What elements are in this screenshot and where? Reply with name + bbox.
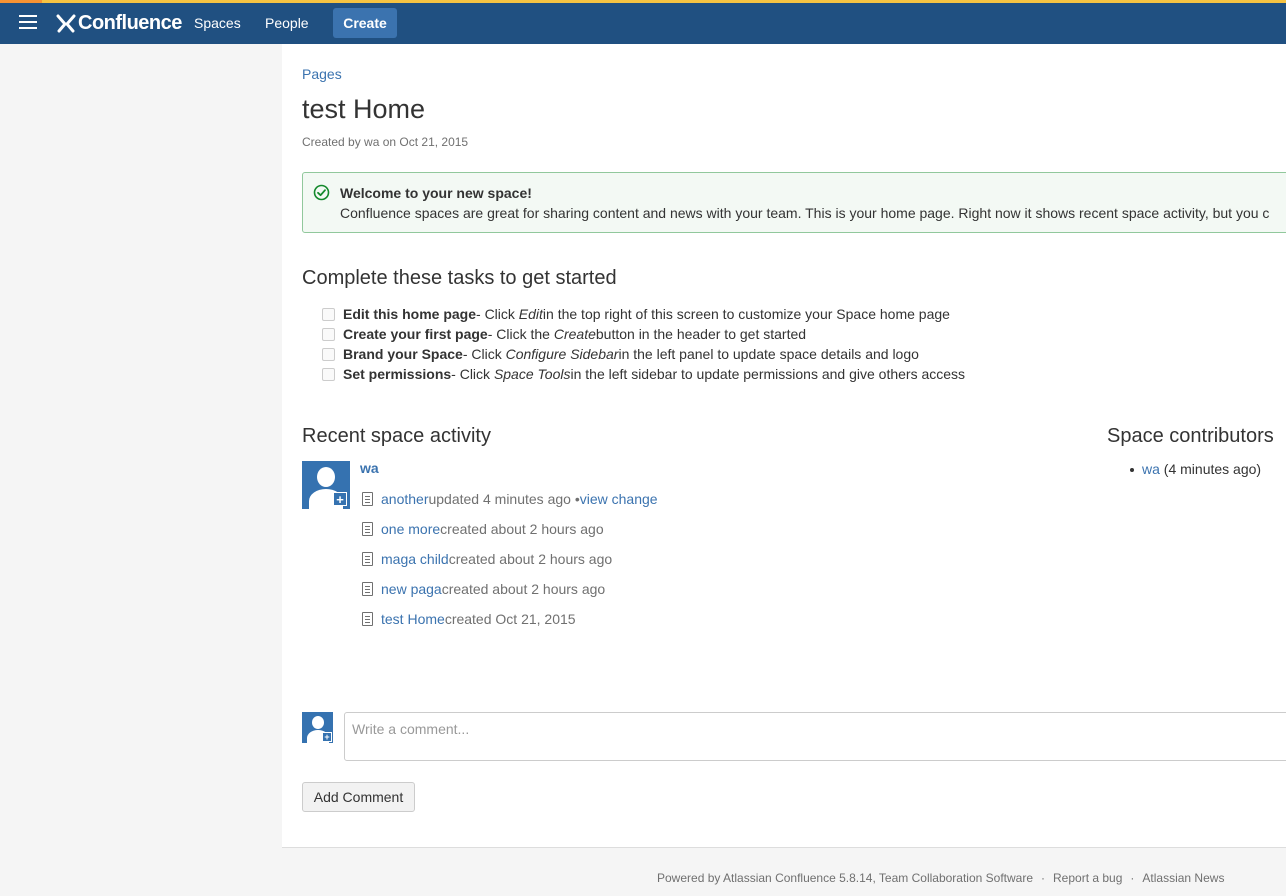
activity-list: another updated 4 minutes ago • view cha…: [362, 484, 658, 634]
task-text: - Click: [451, 366, 491, 382]
task-item: Create your first page - Click the Creat…: [322, 324, 965, 344]
task-emphasis: Space Tools: [493, 366, 571, 382]
task-checkbox[interactable]: [322, 307, 335, 321]
task-text: - Click: [476, 306, 515, 322]
activity-page-link[interactable]: new paga: [381, 581, 442, 597]
task-checkbox[interactable]: [322, 347, 335, 361]
task-text: - Click the: [487, 326, 550, 342]
contributors-heading: Space contributors: [1107, 425, 1274, 447]
comment-input[interactable]: Write a comment...: [344, 712, 1286, 761]
logo-text: Confluence: [78, 11, 182, 34]
task-emphasis: Create: [553, 326, 596, 342]
avatar[interactable]: +: [302, 461, 350, 509]
page-icon: [362, 552, 373, 566]
list-bullet: [1130, 468, 1134, 473]
contributors-list: wa (4 minutes ago): [1130, 461, 1261, 477]
footer-powered: Powered by Atlassian Confluence 5.8.14, …: [657, 871, 1034, 885]
comment-avatar[interactable]: +: [302, 712, 333, 743]
main-content: Pages test Home Created by wa on Oct 21,…: [282, 44, 1286, 847]
contributor-when: (4 minutes ago): [1159, 461, 1262, 477]
task-text: in the top right of this screen to custo…: [542, 306, 950, 322]
activity-heading: Recent space activity: [302, 425, 491, 447]
add-icon: +: [322, 732, 332, 742]
create-button[interactable]: Create: [333, 8, 397, 38]
footer: Powered by Atlassian Confluence 5.8.14, …: [657, 871, 1224, 885]
report-bug-link[interactable]: Report a bug: [1053, 871, 1122, 885]
task-list: Edit this home page - Click Edit in the …: [322, 304, 965, 384]
footer-divider: [282, 847, 1286, 848]
activity-item: maga child created about 2 hours ago: [362, 544, 658, 574]
page-icon: [362, 492, 373, 506]
page-icon: [362, 612, 373, 626]
task-item: Brand your Space - Click Configure Sideb…: [322, 344, 965, 364]
confluence-logo[interactable]: Confluence: [56, 11, 182, 35]
activity-text: created about 2 hours ago: [440, 521, 604, 537]
task-text: in the left sidebar to update permission…: [570, 366, 966, 382]
task-text: in the left panel to update space detail…: [618, 346, 919, 362]
activity-page-link[interactable]: one more: [381, 521, 440, 537]
atlassian-news-link[interactable]: Atlassian News: [1142, 871, 1224, 885]
welcome-message: Welcome to your new space! Confluence sp…: [302, 172, 1286, 233]
add-icon: +: [333, 492, 347, 506]
sidebar: [0, 44, 282, 896]
app-header: Confluence Spaces People Create: [0, 3, 1286, 44]
page-icon: [362, 522, 373, 536]
task-checkbox[interactable]: [322, 367, 335, 381]
footer-separator: ·: [1130, 871, 1135, 885]
tasks-heading: Complete these tasks to get started: [302, 267, 617, 289]
page-icon: [362, 582, 373, 596]
task-item: Set permissions - Click Space Tools in t…: [322, 364, 965, 384]
breadcrumb-pages[interactable]: Pages: [302, 66, 342, 82]
nav-spaces[interactable]: Spaces: [194, 15, 241, 31]
activity-item: test Home created Oct 21, 2015: [362, 604, 658, 634]
task-checkbox[interactable]: [322, 327, 335, 341]
task-text: - Click: [462, 346, 502, 362]
task-title: Brand your Space: [343, 346, 463, 362]
activity-text: updated 4 minutes ago •: [428, 491, 580, 507]
activity-item: another updated 4 minutes ago • view cha…: [362, 484, 658, 514]
activity-page-link[interactable]: test Home: [381, 611, 445, 627]
footer-separator: ·: [1041, 871, 1046, 885]
activity-item: new paga created about 2 hours ago: [362, 574, 658, 604]
task-text: button in the header to get started: [595, 326, 807, 342]
task-title: Create your first page: [343, 326, 488, 342]
nav-people[interactable]: People: [265, 15, 309, 31]
activity-item: one more created about 2 hours ago: [362, 514, 658, 544]
page-meta: Created by wa on Oct 21, 2015: [302, 135, 469, 149]
task-title: Edit this home page: [343, 306, 477, 322]
activity-text: created about 2 hours ago: [448, 551, 613, 567]
confluence-x-icon: [56, 14, 76, 33]
add-comment-button[interactable]: Add Comment: [302, 782, 415, 812]
page-title: test Home: [302, 94, 426, 124]
welcome-title: Welcome to your new space!: [340, 185, 532, 201]
check-circle-icon: [313, 184, 330, 201]
task-emphasis: Edit: [518, 306, 543, 322]
task-item: Edit this home page - Click Edit in the …: [322, 304, 965, 324]
activity-page-link[interactable]: maga child: [381, 551, 449, 567]
activity-text: created Oct 21, 2015: [444, 611, 576, 627]
view-change-link[interactable]: view change: [580, 491, 658, 507]
menu-icon[interactable]: [19, 15, 37, 29]
task-emphasis: Configure Sidebar: [505, 346, 619, 362]
activity-user-link[interactable]: wa: [360, 460, 379, 476]
activity-text: created about 2 hours ago: [441, 581, 606, 597]
welcome-body: Confluence spaces are great for sharing …: [340, 205, 1270, 221]
contributor-link[interactable]: wa: [1142, 461, 1160, 477]
task-title: Set permissions: [343, 366, 452, 382]
activity-page-link[interactable]: another: [381, 491, 428, 507]
